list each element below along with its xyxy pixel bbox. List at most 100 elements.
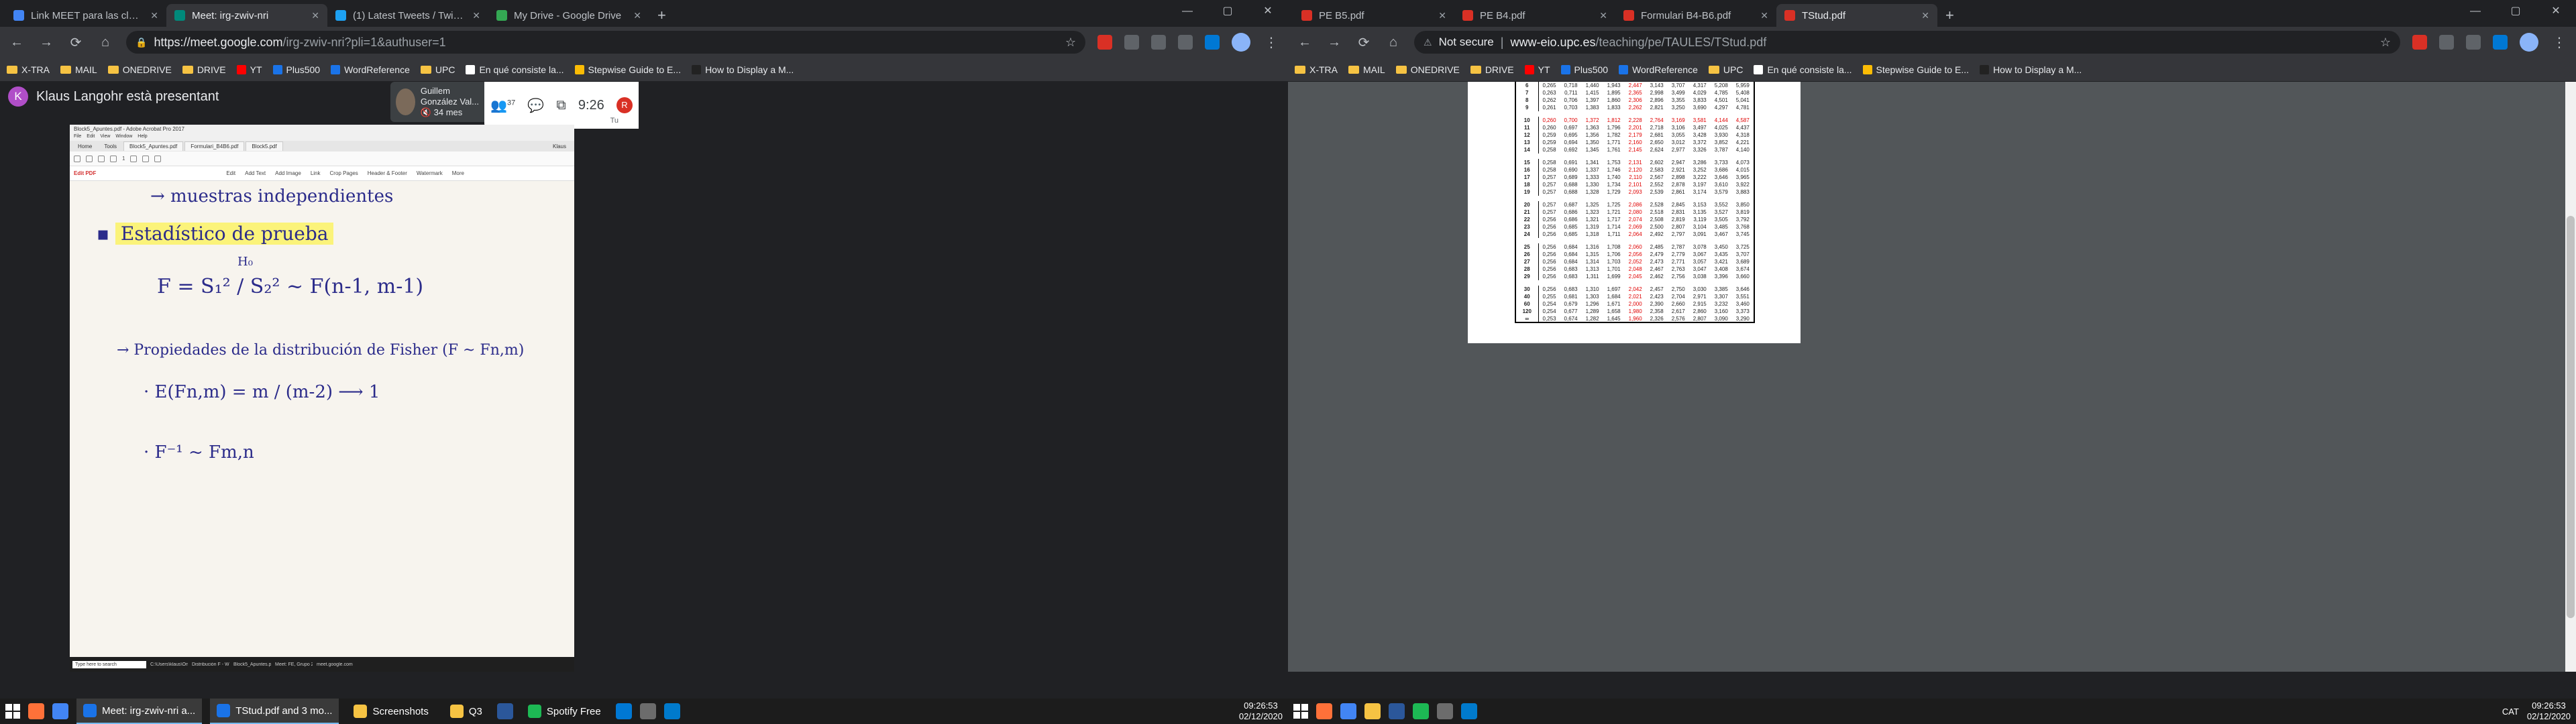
windows-start-icon[interactable] <box>5 704 20 719</box>
acrobat-menu-item[interactable]: File <box>74 134 81 141</box>
bookmark-item[interactable]: MAIL <box>60 64 97 75</box>
acrobat-tab[interactable]: Tools <box>99 142 122 151</box>
scrollbar[interactable] <box>2565 82 2576 672</box>
bookmark-item[interactable]: How to Display a M... <box>1980 64 2082 75</box>
close-icon[interactable]: ✕ <box>1248 0 1288 23</box>
taskbar-button[interactable]: Meet: irg-zwiv-nri a... <box>76 699 203 724</box>
firefox-icon[interactable] <box>1316 703 1332 719</box>
taskbar-button[interactable]: Screenshots <box>347 699 435 724</box>
acrobat-tab[interactable]: Block5.pdf <box>246 141 283 151</box>
bookmark-item[interactable]: X-TRA <box>7 64 50 75</box>
maximize-icon[interactable]: ▢ <box>1208 0 1248 23</box>
scrollbar-thumb[interactable] <box>2567 216 2575 618</box>
chrome-icon[interactable] <box>52 703 68 719</box>
edit-tool-button[interactable]: Add Image <box>275 170 301 176</box>
extension-icon[interactable] <box>2466 35 2481 50</box>
close-icon[interactable]: ✕ <box>472 10 480 21</box>
save-icon[interactable] <box>74 155 80 162</box>
close-icon[interactable]: ✕ <box>1921 10 1929 21</box>
acrobat-menu-item[interactable]: Window <box>115 134 132 141</box>
page-number[interactable]: 1 <box>122 156 125 162</box>
bookmark-item[interactable]: Plus500 <box>1560 64 1608 75</box>
back-icon[interactable]: ← <box>1296 35 1313 50</box>
spotify-icon[interactable] <box>1413 703 1429 719</box>
new-tab-icon[interactable]: + <box>649 4 674 27</box>
bookmark-item[interactable]: MAIL <box>1348 64 1385 75</box>
word-icon[interactable] <box>1389 703 1405 719</box>
hand-icon[interactable] <box>154 155 162 162</box>
bookmark-star-icon[interactable]: ☆ <box>2380 36 2391 50</box>
participant-tile[interactable]: Guillem González Val... 🔇 34 mes <box>390 82 491 122</box>
app-icon[interactable] <box>663 703 680 719</box>
taskbar-button[interactable]: Q3 <box>443 699 489 724</box>
extension-icon[interactable] <box>1097 35 1112 50</box>
browser-tab[interactable]: (1) Latest Tweets / Twitter ✕ <box>327 4 488 27</box>
bookmark-item[interactable]: ONEDRIVE <box>107 64 172 75</box>
close-icon[interactable]: ✕ <box>1760 10 1768 21</box>
minimize-icon[interactable]: — <box>1167 0 1208 23</box>
zoom-icon[interactable] <box>130 155 138 162</box>
bookmark-item[interactable]: YT <box>1524 64 1550 75</box>
forward-icon[interactable]: → <box>38 35 55 50</box>
taskbar-clock[interactable]: 09:26:53 02/12/2020 <box>2527 701 2571 722</box>
browser-tab[interactable]: My Drive - Google Drive ✕ <box>488 4 649 27</box>
word-icon[interactable] <box>496 703 513 719</box>
settings-icon[interactable] <box>1437 703 1453 719</box>
activities-icon[interactable]: ⧉ <box>556 98 566 113</box>
reload-icon[interactable]: ⟳ <box>67 34 85 51</box>
extension-icon[interactable] <box>1151 35 1166 50</box>
mail-icon[interactable] <box>98 155 105 162</box>
taskbar-button[interactable]: TStud.pdf and 3 mo... <box>210 699 339 724</box>
chat-icon[interactable]: 💬 <box>527 97 544 114</box>
back-icon[interactable]: ← <box>8 35 25 50</box>
extension-icon[interactable] <box>2493 35 2508 50</box>
bookmark-item[interactable]: UPC <box>420 64 455 75</box>
extension-icon[interactable] <box>1178 35 1193 50</box>
bookmark-item[interactable]: DRIVE <box>182 64 226 75</box>
acrobat-menu-item[interactable]: Help <box>138 134 147 141</box>
bookmark-item[interactable]: Stepwise Guide to E... <box>1862 64 1969 75</box>
acrobat-menu-item[interactable]: View <box>100 134 110 141</box>
bookmark-item[interactable]: Plus500 <box>272 64 320 75</box>
bookmark-item[interactable]: En qué consiste la... <box>1754 64 1852 75</box>
new-tab-icon[interactable]: + <box>1937 4 1962 27</box>
bookmark-item[interactable]: En qué consiste la... <box>466 64 564 75</box>
close-icon[interactable]: ✕ <box>150 10 158 21</box>
extension-icon[interactable] <box>1124 35 1139 50</box>
extension-icon[interactable] <box>1205 35 1220 50</box>
extension-icon[interactable] <box>2439 35 2454 50</box>
profile-avatar[interactable] <box>2520 33 2538 52</box>
forward-icon[interactable]: → <box>1326 35 1343 50</box>
acrobat-user[interactable]: Klaus <box>547 142 572 151</box>
menu-icon[interactable]: ⋮ <box>1263 34 1280 51</box>
bookmark-item[interactable]: X-TRA <box>1295 64 1338 75</box>
windows-start-icon[interactable] <box>1293 704 1308 719</box>
browser-tab[interactable]: Link MEET para las clases del Gr ✕ <box>5 4 166 27</box>
lang-indicator[interactable]: CAT <box>2502 707 2519 717</box>
edit-tool-button[interactable]: Add Text <box>245 170 266 176</box>
home-icon[interactable]: ⌂ <box>1385 35 1402 50</box>
close-icon[interactable]: ✕ <box>1599 10 1607 21</box>
edit-tool-button[interactable]: Header & Footer <box>368 170 407 176</box>
vscode-icon[interactable] <box>1461 703 1477 719</box>
bookmark-item[interactable]: UPC <box>1708 64 1743 75</box>
app-icon[interactable] <box>639 703 656 719</box>
acrobat-tab[interactable]: Formulari_B4B6.pdf <box>184 141 245 151</box>
home-icon[interactable]: ⌂ <box>97 35 114 50</box>
bookmark-item[interactable]: YT <box>236 64 262 75</box>
edit-tool-button[interactable]: Watermark <box>417 170 443 176</box>
edit-tool-button[interactable]: More <box>452 170 464 176</box>
browser-tab[interactable]: PE B4.pdf ✕ <box>1454 4 1615 27</box>
acrobat-tab[interactable]: Home <box>72 142 97 151</box>
bookmark-item[interactable]: WordReference <box>331 64 410 75</box>
bookmark-item[interactable]: ONEDRIVE <box>1395 64 1460 75</box>
bookmark-item[interactable]: DRIVE <box>1470 64 1514 75</box>
acrobat-menu-item[interactable]: Edit <box>87 134 95 141</box>
acrobat-tab[interactable]: Block5_Apuntes.pdf <box>123 141 184 151</box>
participants-icon[interactable]: 👥37 <box>490 97 515 114</box>
browser-tab[interactable]: Meet: irg-zwiv-nri ✕ <box>166 4 327 27</box>
profile-avatar[interactable] <box>1232 33 1250 52</box>
address-bar[interactable]: 🔒 https://meet.google.com/irg-zwiv-nri?p… <box>126 31 1085 54</box>
app-icon[interactable] <box>615 703 632 719</box>
minimize-icon[interactable]: — <box>2455 0 2496 23</box>
